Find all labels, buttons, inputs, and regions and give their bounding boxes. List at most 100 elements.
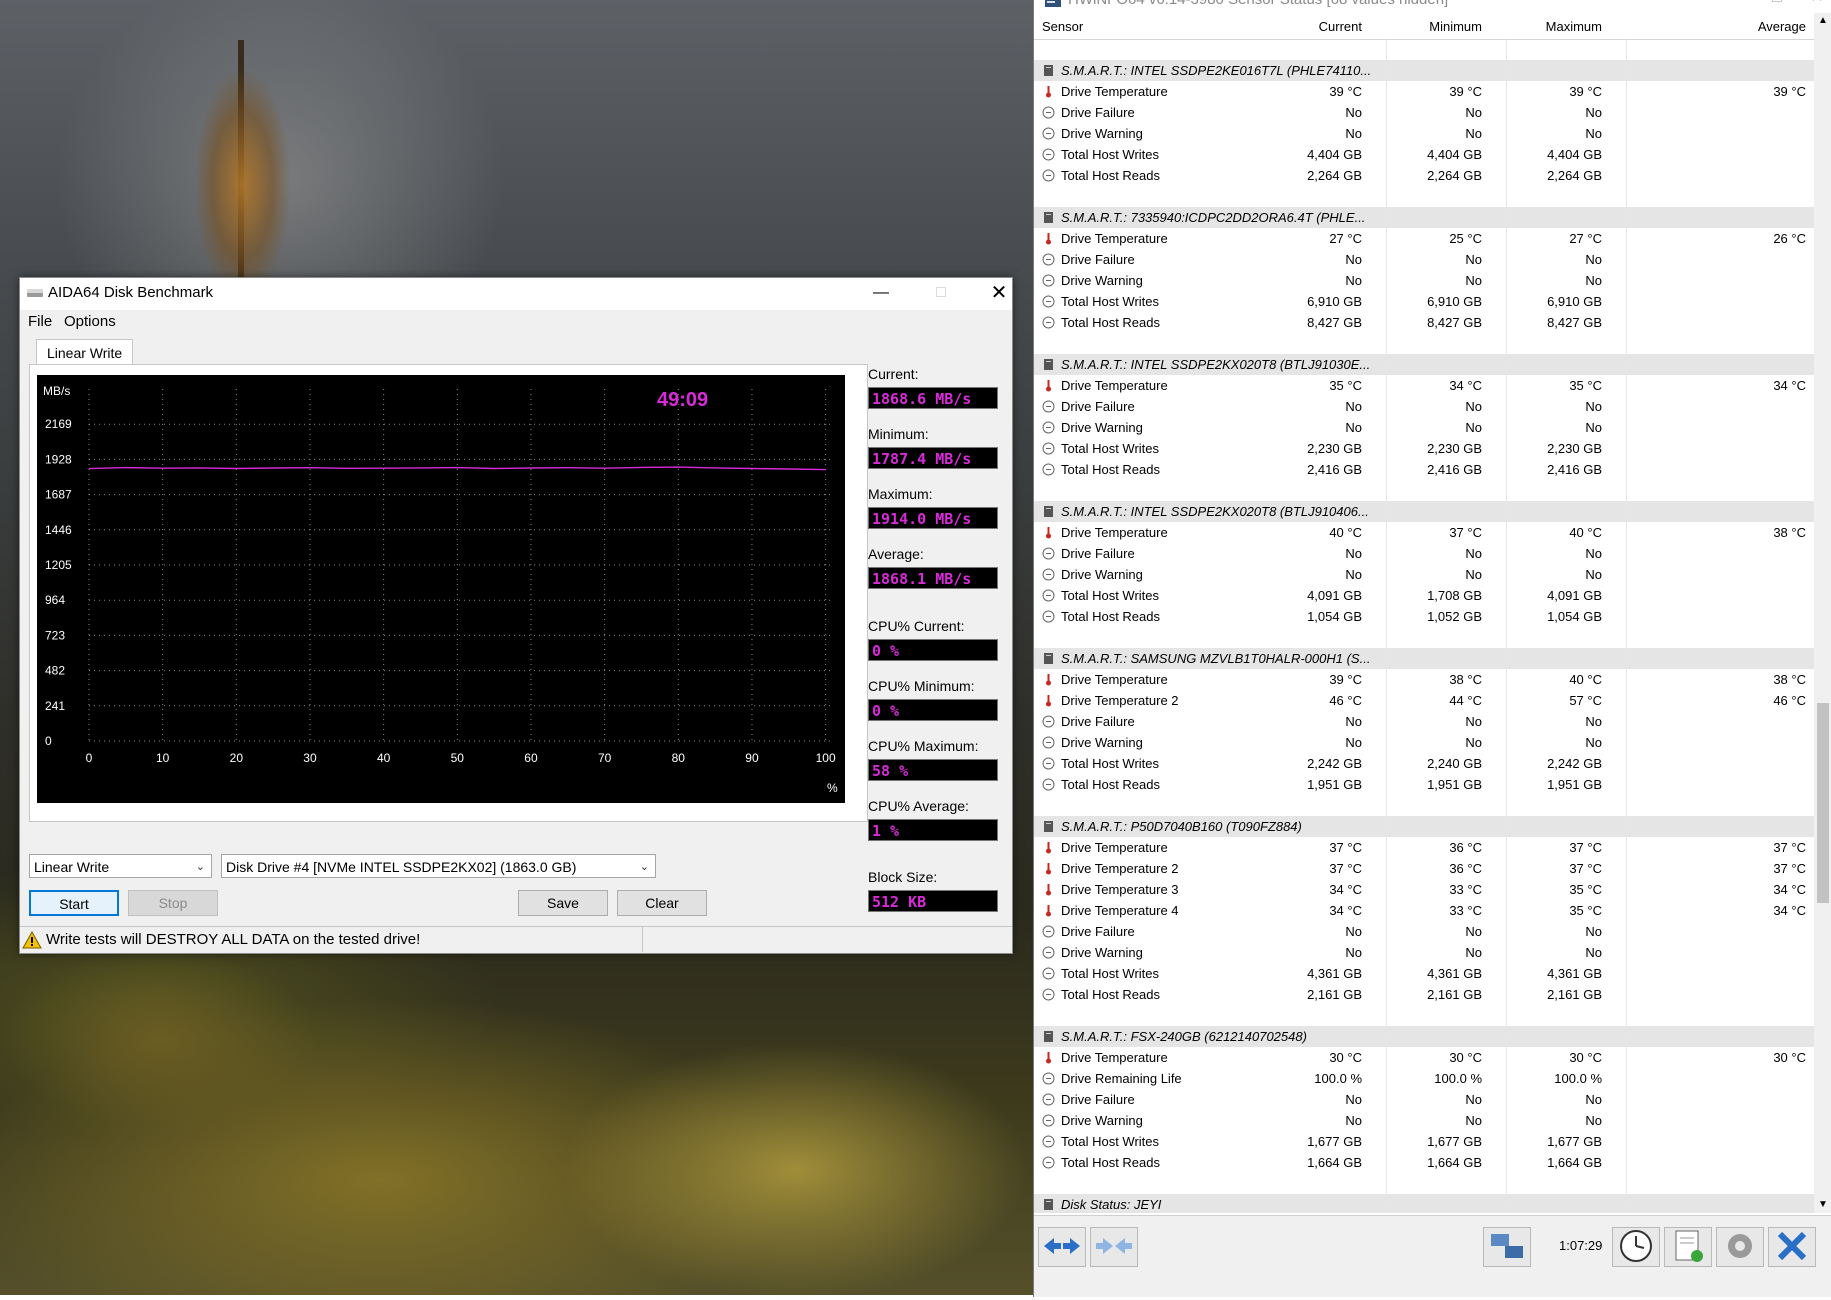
menu-file[interactable]: File xyxy=(28,313,52,330)
sensor-value-max: 30 °C xyxy=(1569,1050,1602,1065)
drive-select[interactable]: Disk Drive #4 [NVMe INTEL SSDPE2KX02] (1… xyxy=(221,854,656,878)
sensor-row[interactable]: Total Host Writes 6,910 GB 6,910 GB 6,910 G… xyxy=(1034,291,1814,312)
sensor-value-cur: 8,427 GB xyxy=(1307,315,1362,330)
column-average[interactable]: Average xyxy=(1758,19,1806,34)
column-current[interactable]: Current xyxy=(1319,19,1362,34)
sensor-row[interactable]: Drive Warning No No No xyxy=(1034,123,1814,144)
sensor-row[interactable]: Total Host Reads 2,161 GB 2,161 GB 2,161 GB xyxy=(1034,984,1814,1005)
sensor-row[interactable]: Drive Temperature 27 °C 25 °C 27 °C 26 °C xyxy=(1034,228,1814,249)
sensor-row[interactable]: Drive Temperature 3 34 °C 33 °C 35 °C 34 °C xyxy=(1034,879,1814,900)
column-divider xyxy=(1386,879,1387,900)
clear-button[interactable]: Clear xyxy=(617,890,707,916)
title-bar[interactable]: HWiNFO64 v6.14-3980 Sensor Status [68 va… xyxy=(1034,0,1831,13)
sensor-row[interactable]: Total Host Reads 2,416 GB 2,416 GB 2,416 GB xyxy=(1034,459,1814,480)
start-button[interactable]: Start xyxy=(29,890,119,916)
sensor-row[interactable]: Total Host Reads 1,951 GB 1,951 GB 1,951 GB xyxy=(1034,774,1814,795)
column-sensor[interactable]: Sensor xyxy=(1042,19,1083,34)
nav-collapse-button[interactable] xyxy=(1090,1227,1138,1267)
sensor-value-min: No xyxy=(1465,945,1482,960)
sensor-row[interactable]: Drive Warning No No No xyxy=(1034,732,1814,753)
sensor-row[interactable]: Drive Failure No No No xyxy=(1034,921,1814,942)
sensor-row[interactable]: Drive Temperature 39 °C 39 °C 39 °C 39 °C xyxy=(1034,81,1814,102)
sensor-row[interactable]: Total Host Reads 8,427 GB 8,427 GB 8,427 GB xyxy=(1034,312,1814,333)
scrollbar[interactable]: ▲ ▼ xyxy=(1814,13,1831,1213)
sensor-row[interactable]: Drive Warning No No No xyxy=(1034,1110,1814,1131)
sensor-row[interactable]: Drive Failure No No No xyxy=(1034,1089,1814,1110)
sensor-group-row[interactable]: S.M.A.R.T.: INTEL SSDPE2KE016T7L (PHLE74… xyxy=(1034,60,1814,81)
column-divider xyxy=(1506,879,1507,900)
tab-linear-write[interactable]: Linear Write xyxy=(36,339,134,366)
scroll-down-icon[interactable]: ▼ xyxy=(1818,1199,1828,1210)
title-bar[interactable]: AIDA64 Disk Benchmark — □ ✕ xyxy=(20,278,1012,310)
drive-icon xyxy=(1044,1199,1053,1210)
sensor-row[interactable]: Drive Failure No No No xyxy=(1034,102,1814,123)
column-divider xyxy=(1626,60,1627,81)
menu-options[interactable]: Options xyxy=(64,313,116,330)
minimize-button[interactable]: — xyxy=(1696,0,1742,13)
clock-button[interactable] xyxy=(1612,1227,1660,1267)
column-divider xyxy=(1386,942,1387,963)
sensor-value-max: 27 °C xyxy=(1569,231,1602,246)
sensor-row[interactable]: Total Host Writes 2,242 GB 2,240 GB 2,242 G… xyxy=(1034,753,1814,774)
close-button[interactable]: ✕ xyxy=(1794,0,1831,13)
sensor-row[interactable]: Drive Failure No No No xyxy=(1034,396,1814,417)
sensor-row[interactable]: Drive Temperature 35 °C 34 °C 35 °C 34 °C xyxy=(1034,375,1814,396)
sensor-value-min: 4,404 GB xyxy=(1427,147,1482,162)
sensor-row[interactable]: Drive Temperature 37 °C 36 °C 37 °C 37 °C xyxy=(1034,837,1814,858)
sensor-row[interactable]: Drive Failure No No No xyxy=(1034,249,1814,270)
sensor-value-min: 2,240 GB xyxy=(1427,756,1482,771)
sensor-list[interactable]: S.M.A.R.T.: INTEL SSDPE2KE016T7L (PHLE74… xyxy=(1034,39,1814,1213)
close-button[interactable]: ✕ xyxy=(976,278,1022,308)
sensor-row[interactable]: Total Host Writes 2,230 GB 2,230 GB 2,230 G… xyxy=(1034,438,1814,459)
y-tick-label: 2169 xyxy=(45,417,72,431)
sensor-group-row[interactable]: S.M.A.R.T.: INTEL SSDPE2KX020T8 (BTLJ910… xyxy=(1034,354,1814,375)
sensor-value-max: 57 °C xyxy=(1569,693,1602,708)
report-button[interactable] xyxy=(1664,1227,1712,1267)
gauge-icon xyxy=(1042,442,1055,455)
sensor-row[interactable]: Total Host Writes 4,404 GB 4,404 GB 4,404 G… xyxy=(1034,144,1814,165)
sensor-group-row[interactable]: S.M.A.R.T.: SAMSUNG MZVLB1T0HALR-000H1 (… xyxy=(1034,648,1814,669)
sensor-row[interactable]: Drive Temperature 2 37 °C 36 °C 37 °C 37 °C xyxy=(1034,858,1814,879)
scroll-up-icon[interactable]: ▲ xyxy=(1818,15,1828,26)
sensor-value-min: No xyxy=(1465,420,1482,435)
sensor-row[interactable]: Drive Temperature 4 34 °C 33 °C 35 °C 34 °C xyxy=(1034,900,1814,921)
sensor-row[interactable]: Drive Failure No No No xyxy=(1034,543,1814,564)
sensor-row[interactable]: Drive Warning No No No xyxy=(1034,942,1814,963)
sensor-row[interactable]: Drive Remaining Life 100.0 % 100.0 % 100.0 … xyxy=(1034,1068,1814,1089)
sensor-row[interactable]: Total Host Reads 1,664 GB 1,664 GB 1,664 GB xyxy=(1034,1152,1814,1173)
minimize-button[interactable]: — xyxy=(858,278,904,308)
sensor-value-cur: 4,404 GB xyxy=(1307,147,1362,162)
column-divider xyxy=(1626,1110,1627,1131)
settings-button[interactable] xyxy=(1716,1227,1764,1267)
column-maximum[interactable]: Maximum xyxy=(1546,19,1602,34)
sensor-row[interactable]: Total Host Writes 1,677 GB 1,677 GB 1,677 G… xyxy=(1034,1131,1814,1152)
sensor-row[interactable]: Drive Temperature 30 °C 30 °C 30 °C 30 °C xyxy=(1034,1047,1814,1068)
exit-button[interactable] xyxy=(1768,1227,1816,1267)
sensor-row[interactable]: Total Host Reads 1,054 GB 1,052 GB 1,054 GB xyxy=(1034,606,1814,627)
sensor-row[interactable]: Drive Warning No No No xyxy=(1034,417,1814,438)
column-divider xyxy=(1386,207,1387,228)
sensor-row[interactable]: Total Host Writes 4,091 GB 1,708 GB 4,091 G… xyxy=(1034,585,1814,606)
sensor-group-row[interactable]: Disk Status: JEYI xyxy=(1034,1194,1814,1213)
sensor-group-row[interactable]: S.M.A.R.T.: FSX-240GB (6212140702548) xyxy=(1034,1026,1814,1047)
sensor-row[interactable]: Drive Temperature 40 °C 37 °C 40 °C 38 °C xyxy=(1034,522,1814,543)
save-button[interactable]: Save xyxy=(518,890,608,916)
column-minimum[interactable]: Minimum xyxy=(1429,19,1482,34)
sensor-row[interactable]: Drive Warning No No No xyxy=(1034,564,1814,585)
sensor-group-row[interactable]: S.M.A.R.T.: INTEL SSDPE2KX020T8 (BTLJ910… xyxy=(1034,501,1814,522)
sensor-group-row[interactable]: S.M.A.R.T.: P50D7040B160 (T090FZ884) xyxy=(1034,816,1814,837)
test-select[interactable]: Linear Write ⌄ xyxy=(29,854,212,878)
sensor-row[interactable]: Total Host Reads 2,264 GB 2,264 GB 2,264 GB xyxy=(1034,165,1814,186)
sensor-row[interactable]: Drive Failure No No No xyxy=(1034,711,1814,732)
aida64-disk-benchmark-window: AIDA64 Disk Benchmark — □ ✕ File Options… xyxy=(19,277,1013,954)
column-divider xyxy=(1626,1131,1627,1152)
spacer-row xyxy=(1034,795,1814,816)
scrollbar-thumb[interactable] xyxy=(1817,703,1829,903)
network-button[interactable] xyxy=(1483,1227,1531,1267)
sensor-row[interactable]: Total Host Writes 4,361 GB 4,361 GB 4,361 G… xyxy=(1034,963,1814,984)
sensor-row[interactable]: Drive Temperature 2 46 °C 44 °C 57 °C 46 °C xyxy=(1034,690,1814,711)
sensor-group-row[interactable]: S.M.A.R.T.: 7335940:ICDPC2DD2ORA6.4T (PH… xyxy=(1034,207,1814,228)
sensor-row[interactable]: Drive Temperature 39 °C 38 °C 40 °C 38 °C xyxy=(1034,669,1814,690)
nav-expand-button[interactable] xyxy=(1038,1227,1086,1267)
sensor-row[interactable]: Drive Warning No No No xyxy=(1034,270,1814,291)
